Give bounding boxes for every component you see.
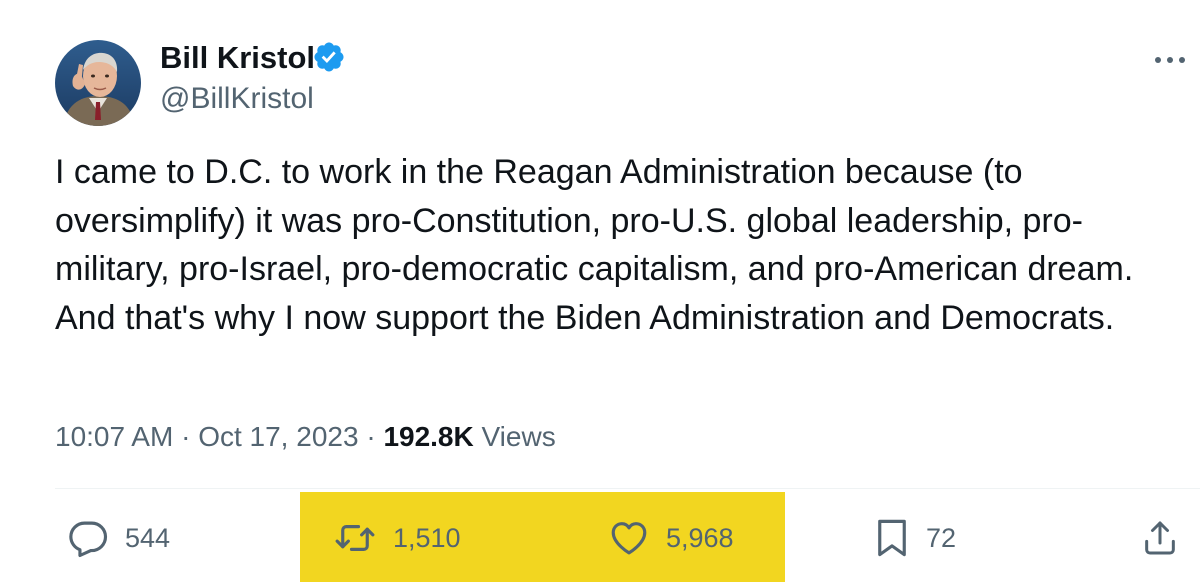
reply-button[interactable]: 544 — [67, 517, 170, 559]
divider — [55, 488, 1200, 489]
bookmark-count: 72 — [926, 523, 957, 553]
author-handle[interactable]: @BillKristol — [160, 80, 314, 118]
views-label: Views — [481, 421, 556, 452]
tweet-time[interactable]: 10:07 AM — [55, 421, 173, 452]
views-count: 192.8K — [383, 421, 474, 452]
like-button[interactable]: 5,968 — [608, 517, 734, 559]
tweet-card: Bill Kristol @BillKristol I came to D.C.… — [0, 0, 1200, 582]
share-upload-icon — [1145, 521, 1175, 555]
like-count: 5,968 — [666, 523, 734, 553]
share-button[interactable] — [1140, 517, 1180, 559]
meta-separator: · — [366, 421, 376, 452]
reply-bubble-icon — [69, 521, 108, 558]
retweet-count: 1,510 — [393, 523, 461, 553]
bookmark-button[interactable]: 72 — [874, 517, 956, 559]
heart-icon — [611, 522, 647, 555]
retweet-icon — [335, 525, 375, 551]
verified-badge-icon — [314, 42, 344, 72]
author-name[interactable]: Bill Kristol — [160, 38, 315, 78]
reply-count: 544 — [125, 523, 171, 553]
meta-separator: · — [181, 421, 191, 452]
avatar[interactable] — [55, 40, 141, 126]
more-horizontal-icon[interactable] — [1150, 40, 1190, 80]
tweet-text: I came to D.C. to work in the Reagan Adm… — [55, 153, 1134, 337]
bookmark-icon — [878, 519, 906, 557]
retweet-button[interactable]: 1,510 — [333, 517, 461, 559]
tweet-meta: 10:07 AM · Oct 17, 2023 · 192.8K Views — [55, 418, 556, 456]
tweet-date[interactable]: Oct 17, 2023 — [198, 421, 358, 452]
